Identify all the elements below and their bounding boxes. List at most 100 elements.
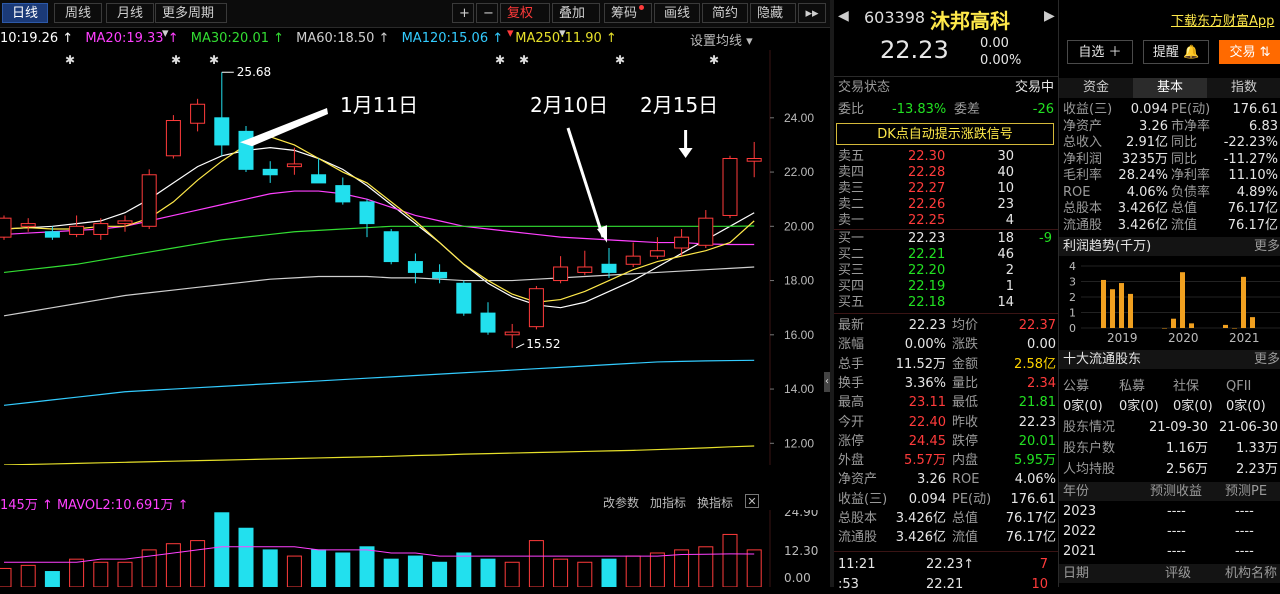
tab-index[interactable]: 指数: [1207, 78, 1280, 98]
tab-basic[interactable]: 基本: [1133, 78, 1207, 98]
tab-more-periods[interactable]: 更多周期 ▾: [155, 3, 227, 41]
candle-body[interactable]: [480, 312, 496, 333]
event-marker[interactable]: ✱: [65, 53, 75, 67]
ask-row[interactable]: 卖二 22.26 23: [834, 197, 1058, 213]
ask-row[interactable]: 卖四 22.28 40: [834, 165, 1058, 181]
candle-body[interactable]: [456, 282, 472, 314]
stat-label: 今开: [838, 414, 865, 430]
ma-line-ma60: [3, 266, 755, 317]
prev-stock-icon[interactable]: ◀: [838, 8, 849, 24]
event-marker[interactable]: ✱: [615, 53, 625, 67]
tab-weekly[interactable]: 周线: [54, 3, 102, 23]
download-app-link[interactable]: 下载东方财富App: [1171, 10, 1274, 29]
holder-row-label: 股东情况: [1063, 420, 1116, 435]
weibi-label: 委比: [838, 102, 865, 117]
candle-body[interactable]: [601, 263, 617, 273]
candle-body[interactable]: [44, 231, 60, 238]
event-marker[interactable]: ✱: [709, 53, 719, 67]
add-indicator-link[interactable]: 加指标: [650, 494, 686, 511]
candle-body[interactable]: [20, 223, 36, 227]
switch-indicator-link[interactable]: 换指标: [697, 494, 733, 511]
candle-body[interactable]: [528, 288, 544, 328]
stat-label: 涨幅: [838, 337, 865, 353]
event-marker[interactable]: ✱: [519, 53, 529, 67]
zoom-in-button[interactable]: +: [452, 3, 474, 23]
candle-body[interactable]: [335, 185, 351, 203]
adjust-button[interactable]: 复权 ▾: [500, 3, 550, 41]
bid-row[interactable]: 买三 22.20 2: [834, 263, 1058, 279]
bid-row[interactable]: 买二 22.21 46: [834, 247, 1058, 263]
next-stock-icon[interactable]: ▶: [1044, 8, 1055, 24]
dk-signal-banner[interactable]: DK点自动提示涨跌信号: [836, 123, 1054, 145]
hide-button[interactable]: 隐藏: [750, 3, 796, 23]
holders-more-link[interactable]: 更多: [1254, 350, 1280, 369]
candle-body[interactable]: [69, 225, 85, 235]
holder-col: 社保: [1173, 379, 1200, 394]
ask-row[interactable]: 卖五 22.30 30: [834, 149, 1058, 165]
bid-row[interactable]: 买四 22.19 1: [834, 279, 1058, 295]
forecast-pe: ----: [1235, 524, 1254, 539]
stat-value: 2.58亿: [1014, 356, 1056, 372]
candle-body[interactable]: [0, 217, 12, 238]
candle-body[interactable]: [698, 217, 714, 246]
fund-label: 净资产: [1063, 118, 1103, 134]
volume-bar: [456, 552, 472, 587]
candle-body[interactable]: [165, 120, 181, 157]
ask-row[interactable]: 卖一 22.25 4: [834, 213, 1058, 229]
candle-body[interactable]: [577, 266, 593, 273]
tab-daily[interactable]: 日线: [2, 3, 48, 23]
event-marker[interactable]: ✱: [171, 53, 181, 67]
candle-body[interactable]: [625, 255, 641, 265]
candle-body[interactable]: [286, 163, 302, 168]
holder-values: 0家(0) 0家(0) 0家(0) 0家(0): [1059, 397, 1280, 416]
bid-row[interactable]: 买一 22.23 18 -9: [834, 231, 1058, 247]
expand-button[interactable]: ▸▸: [798, 3, 826, 23]
candle-body[interactable]: [746, 157, 762, 162]
ma250-label: MA250:11.90 ↑: [515, 31, 617, 46]
candle-body[interactable]: [432, 271, 448, 279]
profit-y-label: 0: [1069, 322, 1076, 335]
candle-body[interactable]: [383, 231, 399, 263]
zoom-out-button[interactable]: −: [476, 3, 498, 23]
ask-row[interactable]: 卖三 22.27 10: [834, 181, 1058, 197]
bid-row[interactable]: 买五 22.18 14: [834, 295, 1058, 311]
fund-value: 176.61: [1232, 102, 1279, 117]
candle-body[interactable]: [262, 168, 278, 176]
candle-body[interactable]: [141, 174, 157, 227]
trade-button[interactable]: 交易 ⇅: [1219, 40, 1280, 64]
alert-button[interactable]: 提醒 🔔: [1143, 40, 1209, 64]
candle-body[interactable]: [722, 157, 738, 216]
candle-body[interactable]: [504, 331, 520, 336]
profit-more-link[interactable]: 更多: [1254, 237, 1280, 256]
candle-body[interactable]: [553, 266, 569, 282]
weicha-value: -26: [1032, 102, 1054, 117]
candle-body[interactable]: [649, 250, 665, 257]
simple-button[interactable]: 简约: [702, 3, 748, 23]
candle-body[interactable]: [311, 174, 327, 184]
watchlist-button[interactable]: 自选 ＋: [1067, 40, 1133, 64]
candle-body[interactable]: [359, 201, 375, 225]
candlestick-chart[interactable]: 24.00 22.00 20.00 18.00 16.00 14.00 12.00 ✱ ✱ ✱ ✱ ✱…: [0, 50, 830, 465]
candle-body[interactable]: [190, 103, 206, 124]
stat-value: 22.23: [1018, 414, 1056, 430]
ma-settings-button[interactable]: 设置均线 ▾: [690, 30, 753, 49]
draw-line-button[interactable]: 画线: [654, 3, 700, 23]
tab-monthly[interactable]: 月线: [106, 3, 154, 23]
stat-label: 收益(三): [838, 491, 888, 507]
chips-button[interactable]: 筹码: [604, 3, 652, 23]
event-marker[interactable]: ✱: [495, 53, 505, 67]
change-params-link[interactable]: 改参数: [603, 494, 639, 511]
candle-body[interactable]: [214, 117, 230, 146]
candle-body[interactable]: [238, 130, 254, 170]
candle-body[interactable]: [117, 220, 133, 225]
candle-body[interactable]: [407, 261, 423, 273]
tab-funds[interactable]: 资金: [1059, 78, 1133, 98]
close-icon[interactable]: ✕: [745, 494, 759, 508]
stock-code: 603398: [864, 8, 926, 27]
candle-body[interactable]: [674, 236, 690, 249]
stat-row: 净资产 3.26 ROE 4.06%: [834, 470, 1058, 489]
volume-bar: [722, 533, 738, 587]
event-marker[interactable]: ✱: [209, 53, 219, 67]
candle-body[interactable]: [93, 223, 109, 235]
overlay-button[interactable]: 叠加 ▾: [552, 3, 600, 41]
